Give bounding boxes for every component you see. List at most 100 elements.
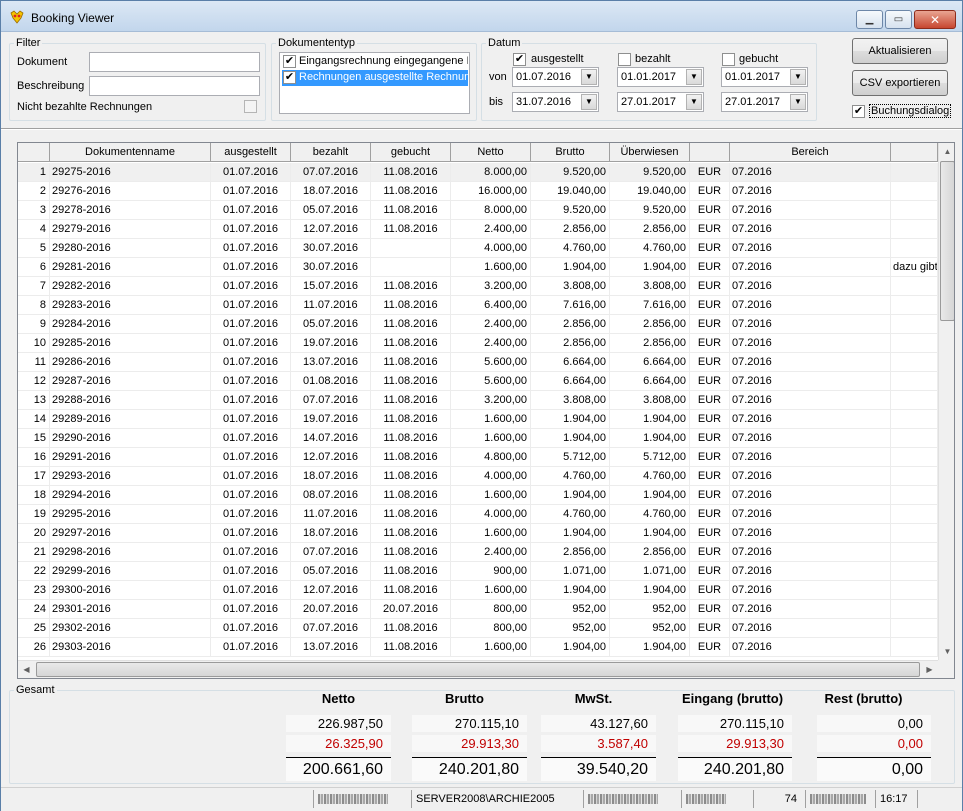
resize-grip[interactable] bbox=[917, 790, 961, 808]
table-row[interactable]: 8 29283-2016 01.07.2016 11.07.2016 11.08.201… bbox=[18, 296, 938, 315]
table-row[interactable]: 11 29286-2016 01.07.2016 13.07.2016 11.08.20… bbox=[18, 353, 938, 372]
cell-netto: 2.400,00 bbox=[451, 334, 531, 353]
cell-ausgestellt: 01.07.2016 bbox=[211, 391, 291, 410]
booking-table[interactable]: Dokumentenname ausgestellt bezahlt gebuc… bbox=[17, 142, 955, 679]
vertical-scrollbar[interactable]: ▲ ▼ bbox=[938, 143, 954, 660]
beschreibung-input[interactable] bbox=[89, 76, 260, 96]
table-row[interactable]: 23 29300-2016 01.07.2016 12.07.2016 11.08.20… bbox=[18, 581, 938, 600]
col-header-bereich[interactable]: Bereich bbox=[730, 143, 891, 162]
doctype-ausgestellt-checkbox[interactable]: ✔ bbox=[283, 71, 296, 84]
table-row[interactable]: 19 29295-2016 01.07.2016 11.07.2016 11.08.20… bbox=[18, 505, 938, 524]
col-header-currency[interactable] bbox=[690, 143, 730, 162]
chevron-down-icon[interactable]: ▼ bbox=[790, 69, 806, 85]
table-row[interactable]: 10 29285-2016 01.07.2016 19.07.2016 11.08.20… bbox=[18, 334, 938, 353]
dokument-input[interactable] bbox=[89, 52, 260, 72]
chevron-down-icon[interactable]: ▼ bbox=[686, 69, 702, 85]
table-row[interactable]: 2 29276-2016 01.07.2016 18.07.2016 11.08.201… bbox=[18, 182, 938, 201]
table-row[interactable]: 17 29293-2016 01.07.2016 18.07.2016 11.08.20… bbox=[18, 467, 938, 486]
gebucht-bis-date[interactable]: 27.01.2017 ▼ bbox=[721, 92, 808, 112]
table-row[interactable]: 1 29275-2016 01.07.2016 07.07.2016 11.08.201… bbox=[18, 163, 938, 182]
cell-ueberwiesen: 9.520,00 bbox=[610, 163, 690, 182]
table-row[interactable]: 20 29297-2016 01.07.2016 18.07.2016 11.08.20… bbox=[18, 524, 938, 543]
gebucht-von-date[interactable]: 01.01.2017 ▼ bbox=[721, 67, 808, 87]
cell-extra bbox=[891, 201, 938, 220]
scroll-down-icon[interactable]: ▼ bbox=[939, 643, 954, 660]
table-row[interactable]: 12 29287-2016 01.07.2016 01.08.2016 11.08.20… bbox=[18, 372, 938, 391]
gebucht-checkbox[interactable] bbox=[722, 53, 735, 66]
cell-dokumentenname: 29279-2016 bbox=[50, 220, 211, 239]
aktualisieren-button[interactable]: Aktualisieren bbox=[852, 38, 948, 64]
table-row[interactable]: 18 29294-2016 01.07.2016 08.07.2016 11.08.20… bbox=[18, 486, 938, 505]
abzug-rest-value: 0,00 bbox=[817, 735, 931, 752]
col-header-ueberwiesen[interactable]: Überwiesen bbox=[610, 143, 690, 162]
scroll-up-icon[interactable]: ▲ bbox=[939, 143, 954, 160]
col-header-brutto[interactable]: Brutto bbox=[531, 143, 610, 162]
doctype-list[interactable]: ✔ Eingangsrechnung eingegangene Re ✔ Rec… bbox=[279, 52, 470, 114]
table-row[interactable]: 21 29298-2016 01.07.2016 07.07.2016 11.08.20… bbox=[18, 543, 938, 562]
doctype-eingang-checkbox[interactable]: ✔ bbox=[283, 55, 296, 68]
vertical-scroll-thumb[interactable] bbox=[940, 161, 954, 321]
title-bar[interactable]: Booking Viewer ▁ ▭ ✕ bbox=[1, 1, 962, 32]
chevron-down-icon[interactable]: ▼ bbox=[686, 94, 702, 110]
window-title: Booking Viewer bbox=[31, 11, 115, 25]
gebucht-bis-value: 27.01.2017 bbox=[725, 96, 781, 108]
ausgestellt-von-date[interactable]: 01.07.2016 ▼ bbox=[512, 67, 599, 87]
chevron-down-icon[interactable]: ▼ bbox=[581, 94, 597, 110]
cell-brutto: 5.712,00 bbox=[531, 448, 610, 467]
cell-netto: 16.000,00 bbox=[451, 182, 531, 201]
cell-dokumentenname: 29290-2016 bbox=[50, 429, 211, 448]
bezahlt-checkbox[interactable] bbox=[618, 53, 631, 66]
table-row[interactable]: 6 29281-2016 01.07.2016 30.07.2016 1.600,00 1… bbox=[18, 258, 938, 277]
doctype-item-ausgestellt[interactable]: ✔ Rechnungen ausgestellte Rechnung bbox=[282, 70, 468, 86]
maximize-button[interactable]: ▭ bbox=[885, 10, 912, 29]
cell-netto: 800,00 bbox=[451, 600, 531, 619]
table-row[interactable]: 14 29289-2016 01.07.2016 19.07.2016 11.08.20… bbox=[18, 410, 938, 429]
table-row[interactable]: 7 29282-2016 01.07.2016 15.07.2016 11.08.201… bbox=[18, 277, 938, 296]
table-row[interactable]: 24 29301-2016 01.07.2016 20.07.2016 20.07.20… bbox=[18, 600, 938, 619]
bezahlt-von-date[interactable]: 01.01.2017 ▼ bbox=[617, 67, 704, 87]
doctype-item-eingang[interactable]: ✔ Eingangsrechnung eingegangene Re bbox=[282, 54, 468, 70]
ausgestellt-checkbox[interactable]: ✔ bbox=[513, 53, 526, 66]
ausgestellt-von-value: 01.07.2016 bbox=[516, 71, 572, 83]
col-header-bezahlt[interactable]: bezahlt bbox=[291, 143, 371, 162]
ausgestellt-bis-date[interactable]: 31.07.2016 ▼ bbox=[512, 92, 599, 112]
table-row[interactable]: 4 29279-2016 01.07.2016 12.07.2016 11.08.201… bbox=[18, 220, 938, 239]
cell-dokumentenname: 29283-2016 bbox=[50, 296, 211, 315]
table-row[interactable]: 13 29288-2016 01.07.2016 07.07.2016 11.08.20… bbox=[18, 391, 938, 410]
cell-ueberwiesen: 1.071,00 bbox=[610, 562, 690, 581]
close-button[interactable]: ✕ bbox=[914, 10, 956, 29]
col-header-gebucht[interactable]: gebucht bbox=[371, 143, 451, 162]
col-header-extra[interactable] bbox=[891, 143, 938, 162]
table-header: Dokumentenname ausgestellt bezahlt gebuc… bbox=[18, 143, 954, 162]
col-header-ausgestellt[interactable]: ausgestellt bbox=[211, 143, 291, 162]
chevron-down-icon[interactable]: ▼ bbox=[790, 94, 806, 110]
cell-dokumentenname: 29294-2016 bbox=[50, 486, 211, 505]
table-row[interactable]: 5 29280-2016 01.07.2016 30.07.2016 4.000,00 4… bbox=[18, 239, 938, 258]
minimize-button[interactable]: ▁ bbox=[856, 10, 883, 29]
table-row[interactable]: 22 29299-2016 01.07.2016 05.07.2016 11.08.20… bbox=[18, 562, 938, 581]
table-row[interactable]: 15 29290-2016 01.07.2016 14.07.2016 11.08.20… bbox=[18, 429, 938, 448]
cell-dokumentenname: 29291-2016 bbox=[50, 448, 211, 467]
csv-export-button[interactable]: CSV exportieren bbox=[852, 70, 948, 96]
table-row[interactable]: 3 29278-2016 01.07.2016 05.07.2016 11.08.201… bbox=[18, 201, 938, 220]
col-header-dokumentenname[interactable]: Dokumentenname bbox=[50, 143, 211, 162]
cell-extra: dazu gibt bbox=[891, 258, 938, 277]
scroll-right-icon[interactable]: ▶ bbox=[921, 661, 938, 678]
app-icon bbox=[10, 10, 24, 24]
col-header-index[interactable] bbox=[18, 143, 50, 162]
bezahlt-bis-date[interactable]: 27.01.2017 ▼ bbox=[617, 92, 704, 112]
chevron-down-icon[interactable]: ▼ bbox=[581, 69, 597, 85]
cell-dokumentenname: 29276-2016 bbox=[50, 182, 211, 201]
cell-extra bbox=[891, 505, 938, 524]
cell-index: 11 bbox=[18, 353, 50, 372]
scroll-left-icon[interactable]: ◀ bbox=[18, 661, 35, 678]
unpaid-checkbox[interactable] bbox=[244, 100, 257, 113]
col-header-netto[interactable]: Netto bbox=[451, 143, 531, 162]
table-row[interactable]: 26 29303-2016 01.07.2016 13.07.2016 11.08.20… bbox=[18, 638, 938, 657]
buchungsdialog-checkbox[interactable]: ✔ bbox=[852, 105, 865, 118]
table-row[interactable]: 9 29284-2016 01.07.2016 05.07.2016 11.08.201… bbox=[18, 315, 938, 334]
table-row[interactable]: 25 29302-2016 01.07.2016 07.07.2016 11.08.20… bbox=[18, 619, 938, 638]
horizontal-scrollbar[interactable]: ◀ ▶ bbox=[18, 660, 938, 678]
table-row[interactable]: 16 29291-2016 01.07.2016 12.07.2016 11.08.20… bbox=[18, 448, 938, 467]
horizontal-scroll-thumb[interactable] bbox=[36, 662, 920, 677]
